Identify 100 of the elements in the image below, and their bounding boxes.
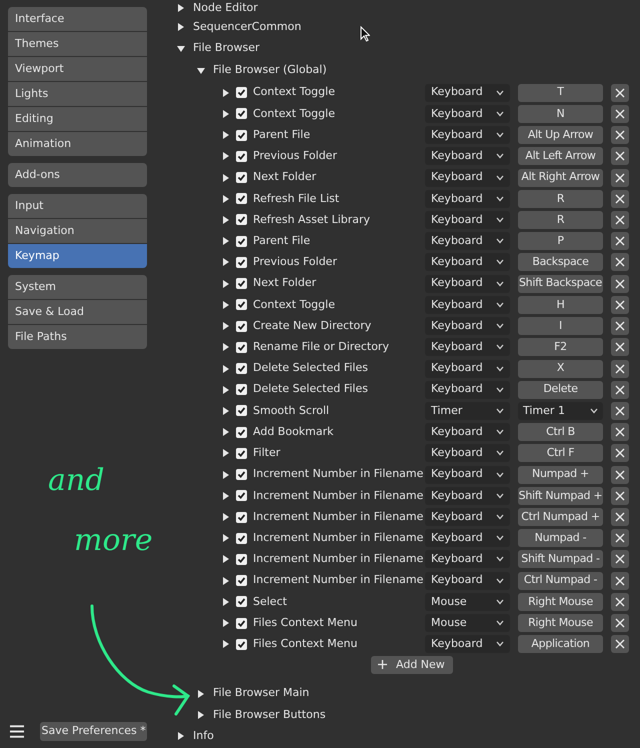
key-button[interactable]: I <box>518 317 603 336</box>
close-icon[interactable] <box>611 486 629 505</box>
sidebar-tab[interactable]: Save & Load <box>8 300 147 324</box>
checkbox[interactable] <box>236 512 247 523</box>
key-button[interactable]: Numpad + <box>518 466 603 484</box>
event-type-dropdown[interactable]: Keyboard <box>425 338 510 356</box>
checkbox[interactable] <box>236 596 247 608</box>
close-icon[interactable] <box>611 444 629 462</box>
checkbox[interactable] <box>236 320 247 332</box>
checkbox[interactable] <box>236 490 247 502</box>
save-preferences-button[interactable]: Save Preferences * <box>40 722 147 741</box>
checkbox[interactable] <box>236 172 247 184</box>
close-icon[interactable] <box>611 104 629 123</box>
key-button[interactable]: R <box>518 190 603 208</box>
event-type-dropdown[interactable]: Keyboard <box>425 529 510 548</box>
close-icon[interactable] <box>611 126 629 144</box>
key-button[interactable]: Ctrl Numpad - <box>518 572 603 590</box>
close-icon[interactable] <box>611 592 629 611</box>
collapsed-triangle-icon[interactable] <box>222 555 230 564</box>
expanded-triangle-icon[interactable] <box>177 44 185 53</box>
collapsed-triangle-icon[interactable] <box>222 216 230 224</box>
checkbox[interactable] <box>236 405 247 416</box>
key-button[interactable]: Alt Right Arrow <box>518 168 603 187</box>
checkbox[interactable] <box>236 236 247 247</box>
event-type-dropdown[interactable]: Keyboard <box>425 572 510 590</box>
event-type-dropdown[interactable]: Keyboard <box>425 486 510 505</box>
add-new-button[interactable]: Add New <box>371 656 453 674</box>
close-icon[interactable] <box>611 466 629 484</box>
checkbox[interactable] <box>236 638 247 650</box>
collapsed-triangle-icon[interactable] <box>197 710 205 719</box>
key-button[interactable]: Numpad - <box>518 529 603 548</box>
checkbox[interactable] <box>236 532 247 544</box>
key-button[interactable]: Ctrl F <box>518 444 603 462</box>
checkbox[interactable] <box>236 384 247 396</box>
close-icon[interactable] <box>611 253 629 272</box>
expanded-triangle-icon[interactable] <box>197 66 205 75</box>
close-icon[interactable] <box>611 338 629 356</box>
collapsed-triangle-icon[interactable] <box>222 152 230 160</box>
close-icon[interactable] <box>611 402 629 420</box>
key-button[interactable]: Backspace <box>518 253 603 272</box>
checkbox[interactable] <box>236 299 247 310</box>
checkbox[interactable] <box>236 130 247 141</box>
key-button[interactable]: Delete <box>518 380 603 399</box>
key-button[interactable]: Shift Numpad - <box>518 550 603 568</box>
collapsed-triangle-icon[interactable] <box>222 598 230 606</box>
collapsed-triangle-icon[interactable] <box>222 131 230 140</box>
key-button[interactable]: Alt Up Arrow <box>518 126 603 144</box>
close-icon[interactable] <box>611 550 629 568</box>
collapsed-triangle-icon[interactable] <box>222 576 230 585</box>
checkbox[interactable] <box>236 618 247 629</box>
collapsed-triangle-icon[interactable] <box>222 619 230 628</box>
close-icon[interactable] <box>611 232 629 250</box>
checkbox[interactable] <box>236 214 247 226</box>
key-button[interactable]: T <box>518 84 603 102</box>
key-button[interactable]: Application <box>518 635 603 654</box>
key-button[interactable]: Ctrl B <box>518 423 603 442</box>
close-icon[interactable] <box>611 529 629 548</box>
collapsed-triangle-icon[interactable] <box>222 343 230 352</box>
event-type-dropdown[interactable]: Timer <box>425 402 510 420</box>
collapsed-triangle-icon[interactable] <box>222 110 230 118</box>
sidebar-tab[interactable]: Add-ons <box>8 163 147 187</box>
close-icon[interactable] <box>611 317 629 336</box>
key-button[interactable]: Alt Left Arrow <box>518 147 603 166</box>
key-button[interactable]: H <box>518 296 603 314</box>
close-icon[interactable] <box>611 190 629 208</box>
event-type-dropdown[interactable]: Mouse <box>425 614 510 632</box>
sidebar-tab[interactable]: Keymap <box>8 244 147 268</box>
collapsed-triangle-icon[interactable] <box>177 22 185 31</box>
close-icon[interactable] <box>611 210 629 229</box>
close-icon[interactable] <box>611 614 629 632</box>
checkbox[interactable] <box>236 256 247 268</box>
checkbox[interactable] <box>236 108 247 120</box>
event-type-dropdown[interactable]: Keyboard <box>425 423 510 442</box>
close-icon[interactable] <box>611 572 629 590</box>
close-icon[interactable] <box>611 360 629 378</box>
close-icon[interactable] <box>611 168 629 187</box>
collapsed-triangle-icon[interactable] <box>222 470 230 479</box>
checkbox[interactable] <box>236 448 247 459</box>
collapsed-triangle-icon[interactable] <box>222 194 230 203</box>
key-dropdown[interactable]: Timer 1 <box>518 402 603 420</box>
collapsed-triangle-icon[interactable] <box>222 406 230 415</box>
collapsed-triangle-icon[interactable] <box>222 322 230 330</box>
event-type-dropdown[interactable]: Keyboard <box>425 380 510 399</box>
key-button[interactable]: X <box>518 360 603 378</box>
close-icon[interactable] <box>611 508 629 526</box>
collapsed-triangle-icon[interactable] <box>177 4 185 12</box>
checkbox[interactable] <box>236 469 247 480</box>
sidebar-tab[interactable]: Lights <box>8 82 147 106</box>
close-icon[interactable] <box>611 274 629 293</box>
key-button[interactable]: Right Mouse <box>518 614 603 632</box>
event-type-dropdown[interactable]: Keyboard <box>425 84 510 102</box>
sidebar-tab[interactable]: Interface <box>8 7 147 31</box>
event-type-dropdown[interactable]: Keyboard <box>425 190 510 208</box>
close-icon[interactable] <box>611 147 629 166</box>
key-button[interactable]: Right Mouse <box>518 592 603 611</box>
collapsed-triangle-icon[interactable] <box>222 88 230 97</box>
event-type-dropdown[interactable]: Keyboard <box>425 635 510 654</box>
event-type-dropdown[interactable]: Keyboard <box>425 360 510 378</box>
event-type-dropdown[interactable]: Keyboard <box>425 147 510 166</box>
collapsed-triangle-icon[interactable] <box>222 513 230 522</box>
